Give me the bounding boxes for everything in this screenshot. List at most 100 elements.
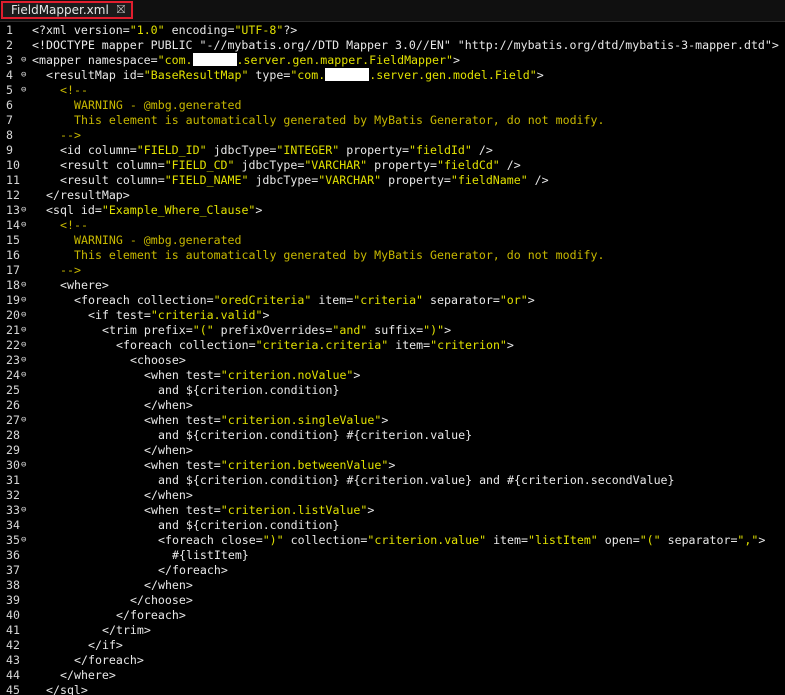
code-line[interactable]: 45 </sql> [0,683,785,695]
code-token: </foreach> [116,608,186,622]
code-line[interactable]: 5 ⊖ <!-- [0,83,785,98]
fold-collapse-icon[interactable]: ⊖ [21,503,26,518]
code-token: </trim> [102,623,151,637]
code-text: <sql id="Example_Where_Clause"> [46,203,262,218]
fold-collapse-icon[interactable]: ⊖ [21,458,26,473]
code-line[interactable]: 13 ⊖ <sql id="Example_Where_Clause"> [0,203,785,218]
code-line[interactable]: 10 <result column="FIELD_CD" jdbcType="VA… [0,158,785,173]
code-line[interactable]: 9 <id column="FIELD_ID" jdbcType="INTEGER… [0,143,785,158]
code-line[interactable]: 4 ⊖ <resultMap id="BaseResultMap" type="co… [0,68,785,83]
code-token: "INTEGER" [276,143,340,157]
code-line[interactable]: 33 ⊖ <when test="criterion.listValue"> [0,503,785,518]
code-line[interactable]: 32 </when> [0,488,785,503]
code-line[interactable]: 27 ⊖ <when test="criterion.singleValue"> [0,413,785,428]
code-token: "FIELD_CD" [164,158,235,172]
code-token: <foreach collection= [116,338,256,352]
fold-collapse-icon[interactable]: ⊖ [21,68,26,83]
code-line[interactable]: 41 </trim> [0,623,785,638]
code-line[interactable]: 29 </when> [0,443,785,458]
code-text: <mapper namespace="com. .server.gen.mappe… [32,53,460,68]
code-line[interactable]: 3 ⊖ <mapper namespace="com. .server.gen.map… [0,53,785,68]
fold-collapse-icon[interactable]: ⊖ [21,203,26,218]
code-line[interactable]: 35 ⊖ <foreach close=")" collection="criter… [0,533,785,548]
code-token: encoding= [164,23,235,37]
code-token: <when test= [144,413,221,427]
code-editor[interactable]: 1 <?xml version="1.0" encoding="UTF-8"?> 2… [0,23,785,695]
code-token: and ${criterion.condition} #{criterion.v… [158,428,473,442]
fold-collapse-icon[interactable]: ⊖ [21,323,26,338]
code-token: "criterion.noValue" [220,368,354,382]
code-line[interactable]: 25 and ${criterion.condition} [0,383,785,398]
code-token: > [758,533,766,547]
code-line[interactable]: 20 ⊖ <if test="criteria.valid"> [0,308,785,323]
code-line[interactable]: 40 </foreach> [0,608,785,623]
fold-collapse-icon[interactable]: ⊖ [21,293,26,308]
code-text: <if test="criteria.valid"> [88,308,270,323]
line-number: 16 [6,248,20,262]
code-text: </foreach> [74,653,144,668]
code-line[interactable]: 2 <!DOCTYPE mapper PUBLIC "-//mybatis.org… [0,38,785,53]
fold-collapse-icon[interactable]: ⊖ [21,278,26,293]
code-line[interactable]: 21 ⊖ <trim prefix="(" prefixOverrides="and… [0,323,785,338]
code-token: <foreach close= [158,533,263,547]
code-token: type= [248,68,291,82]
code-token: "FIELD_ID" [136,143,207,157]
code-line[interactable]: 17 --> [0,263,785,278]
code-token: > [262,308,270,322]
code-line[interactable]: 34 and ${criterion.condition} [0,518,785,533]
close-icon[interactable]: ⛝ [117,3,125,17]
code-token: "criterion" [430,338,507,352]
code-line[interactable]: 39 </choose> [0,593,785,608]
code-line[interactable]: 36 #{listItem} [0,548,785,563]
code-line[interactable]: 23 ⊖ <choose> [0,353,785,368]
code-text: --> [60,128,81,143]
code-line[interactable]: 26 </when> [0,398,785,413]
code-line[interactable]: 43 </foreach> [0,653,785,668]
code-token: and ${criterion.condition} [158,383,340,397]
code-line[interactable]: 1 <?xml version="1.0" encoding="UTF-8"?> [0,23,785,38]
fold-collapse-icon[interactable]: ⊖ [21,83,26,98]
code-token: "and" [332,323,368,337]
code-line[interactable]: 44 </where> [0,668,785,683]
code-token: --> [60,128,81,142]
code-line[interactable]: 31 and ${criterion.condition} #{criterion… [0,473,785,488]
fold-collapse-icon[interactable]: ⊖ [21,533,26,548]
fold-collapse-icon[interactable]: ⊖ [21,308,26,323]
line-number: 25 [6,383,20,397]
fold-collapse-icon[interactable]: ⊖ [21,218,26,233]
code-text: </when> [144,488,193,503]
code-line[interactable]: 37 </foreach> [0,563,785,578]
code-line[interactable]: 8 --> [0,128,785,143]
code-text: </choose> [130,593,193,608]
code-token: "listItem" [527,533,598,547]
code-line[interactable]: 30 ⊖ <when test="criterion.betweenValue"> [0,458,785,473]
fold-collapse-icon[interactable]: ⊖ [21,413,26,428]
code-line[interactable]: 15 WARNING - @mbg.generated [0,233,785,248]
code-line[interactable]: 22 ⊖ <foreach collection="criteria.criteri… [0,338,785,353]
code-line[interactable]: 42 </if> [0,638,785,653]
fold-collapse-icon[interactable]: ⊖ [21,338,26,353]
fold-collapse-icon[interactable]: ⊖ [21,368,26,383]
code-line[interactable]: 12 </resultMap> [0,188,785,203]
code-line[interactable]: 6 WARNING - @mbg.generated [0,98,785,113]
line-number: 11 [6,173,20,187]
code-line[interactable]: 7 This element is automatically generated… [0,113,785,128]
code-line[interactable]: 24 ⊖ <when test="criterion.noValue"> [0,368,785,383]
fold-collapse-icon[interactable]: ⊖ [21,53,26,68]
code-line[interactable]: 11 <result column="FIELD_NAME" jdbcType="… [0,173,785,188]
code-token: <foreach collection= [74,293,214,307]
editor-tab-bar: FieldMapper.xml ⛝ [0,0,785,22]
code-line[interactable]: 14 ⊖ <!-- [0,218,785,233]
code-line[interactable]: 19 ⊖ <foreach collection="oredCriteria" it… [0,293,785,308]
code-text: and ${criterion.condition} #{criterion.v… [158,428,472,443]
code-token: <result column= [60,173,165,187]
fold-collapse-icon[interactable]: ⊖ [21,353,26,368]
code-token: <if test= [88,308,151,322]
code-line[interactable]: 28 and ${criterion.condition} #{criterion… [0,428,785,443]
code-line[interactable]: 38 </when> [0,578,785,593]
code-text: <result column="FIELD_NAME" jdbcType="VA… [60,173,549,188]
code-line[interactable]: 18 ⊖ <where> [0,278,785,293]
tab-fieldmapper-xml[interactable]: FieldMapper.xml ⛝ [1,1,134,19]
code-token: item= [311,293,354,307]
code-line[interactable]: 16 This element is automatically generate… [0,248,785,263]
